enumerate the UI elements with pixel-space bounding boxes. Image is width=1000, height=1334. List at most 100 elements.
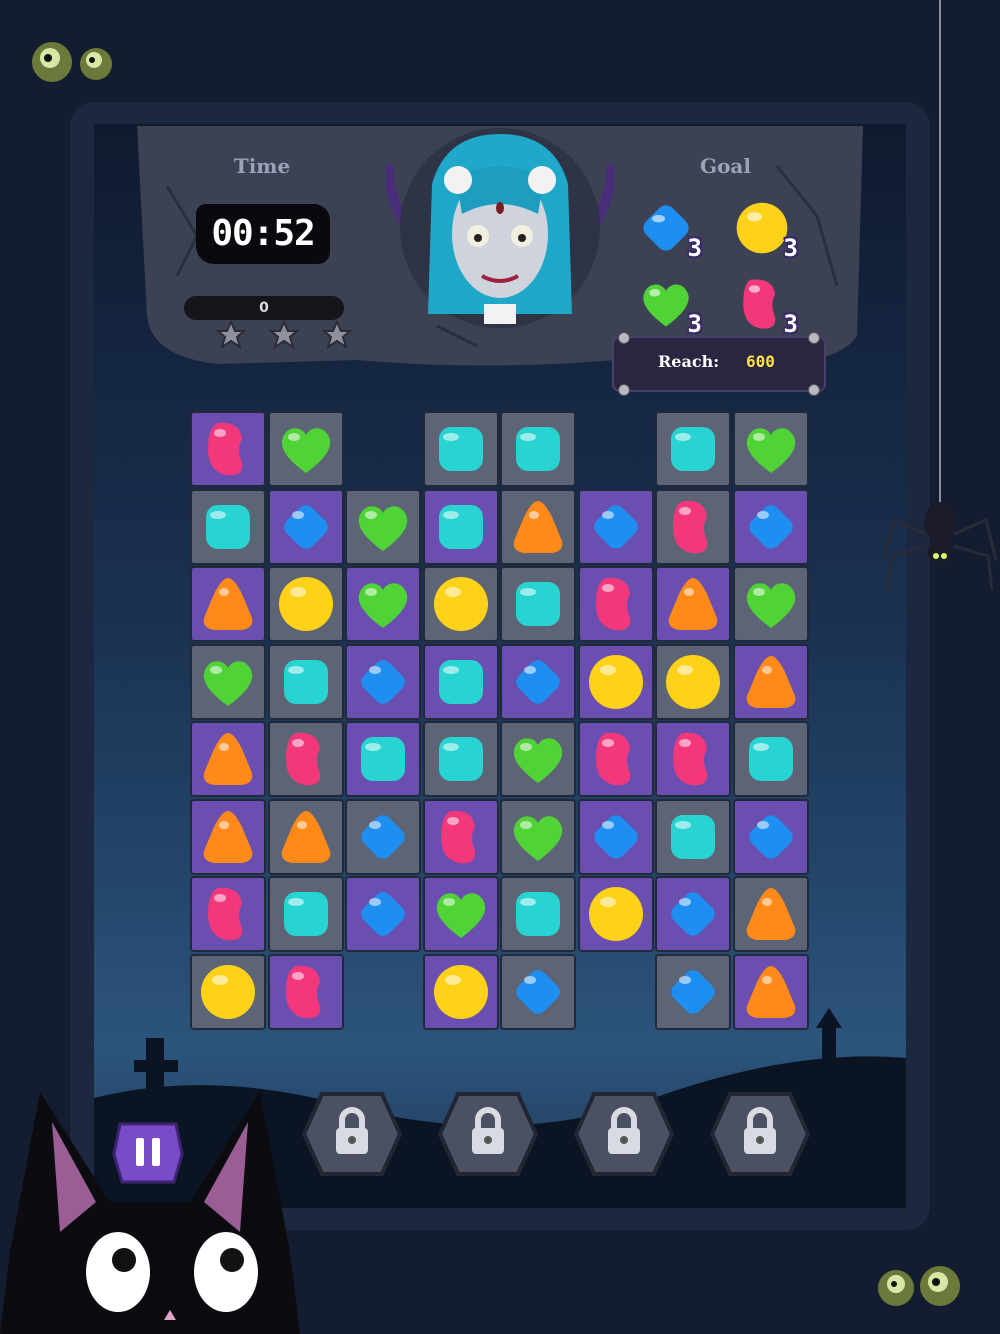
board-cell[interactable] — [732, 721, 809, 797]
board-cell[interactable] — [732, 953, 809, 1030]
board-cell[interactable] — [500, 798, 576, 875]
board-cell[interactable] — [190, 488, 266, 565]
blue-candy-icon — [593, 504, 638, 549]
locked-booster-button[interactable] — [709, 1088, 811, 1180]
glowing-eyes-decor — [878, 1266, 960, 1306]
blue-candy-icon — [671, 969, 715, 1014]
goal-count: 3 — [687, 234, 702, 262]
orange-candy-icon — [668, 578, 718, 630]
board-cell[interactable] — [577, 643, 654, 720]
board-cell[interactable] — [267, 411, 344, 487]
pink-candy-icon — [595, 732, 630, 786]
yellow-candy-icon — [588, 887, 643, 941]
pause-button[interactable] — [112, 1120, 184, 1186]
yellow-candy-icon — [278, 577, 333, 631]
board-cell[interactable] — [655, 411, 731, 487]
board-cell[interactable] — [267, 488, 344, 565]
board-cell[interactable] — [422, 488, 499, 565]
board-cell[interactable] — [732, 643, 809, 720]
board-cell[interactable] — [267, 798, 344, 875]
reach-target-plank: Reach: 600 — [612, 332, 826, 396]
orange-candy-icon — [746, 965, 795, 1018]
board-cell[interactable] — [422, 411, 499, 487]
board-cell[interactable] — [190, 566, 266, 642]
board-cell[interactable] — [577, 721, 654, 797]
board-cell[interactable] — [655, 488, 731, 565]
board-cell[interactable] — [732, 411, 809, 487]
board-cell[interactable] — [655, 953, 731, 1030]
locked-booster-button[interactable] — [573, 1088, 675, 1180]
time-label: Time — [233, 154, 291, 178]
board-cell[interactable] — [422, 798, 499, 875]
board-cell[interactable] — [190, 643, 266, 720]
board-cell[interactable] — [655, 566, 731, 642]
green-candy-icon — [281, 428, 330, 473]
orange-candy-icon — [746, 655, 795, 708]
board-cell[interactable] — [577, 488, 654, 565]
game-board — [190, 411, 810, 1031]
goal-label: Goal — [700, 154, 751, 178]
blue-candy-icon — [593, 814, 638, 859]
board-cell[interactable] — [422, 643, 499, 720]
pink-candy-icon — [285, 965, 320, 1018]
board-cell[interactable] — [732, 876, 809, 952]
board-cell[interactable] — [422, 953, 499, 1030]
board-cell[interactable] — [267, 721, 344, 797]
board-cell[interactable] — [500, 876, 576, 952]
board-cell[interactable] — [500, 643, 576, 720]
board-cell[interactable] — [422, 721, 499, 797]
green-candy-icon — [746, 428, 795, 473]
board-cell[interactable] — [345, 721, 421, 797]
board-cell[interactable] — [267, 953, 344, 1030]
board-cell[interactable] — [577, 876, 654, 952]
board-cell[interactable] — [422, 876, 499, 952]
board-cell[interactable] — [190, 798, 266, 875]
pink-candy-icon — [208, 887, 243, 941]
board-cell[interactable] — [500, 566, 576, 642]
board-cell[interactable] — [422, 566, 499, 642]
board-cell[interactable] — [190, 876, 266, 952]
board-cell[interactable] — [732, 566, 809, 642]
board-cell[interactable] — [345, 876, 421, 952]
teal-candy-icon — [516, 582, 560, 626]
board-cell[interactable] — [267, 643, 344, 720]
score-bar: 0 — [184, 296, 344, 320]
goal-count: 3 — [783, 310, 798, 338]
board-cell[interactable] — [267, 566, 344, 642]
board-cell[interactable] — [577, 566, 654, 642]
board-cell[interactable] — [345, 488, 421, 565]
board-cell[interactable] — [345, 566, 421, 642]
teal-candy-icon — [438, 504, 483, 549]
blue-candy-icon — [283, 504, 328, 549]
orange-candy-icon — [203, 733, 253, 785]
board-cell[interactable] — [190, 953, 266, 1030]
pink-candy-icon — [673, 732, 708, 786]
board-cell[interactable] — [345, 643, 421, 720]
board-cell[interactable] — [500, 488, 576, 565]
board-cell[interactable] — [500, 411, 576, 487]
green-candy-icon — [358, 583, 408, 628]
board-cell[interactable] — [655, 721, 731, 797]
board-cell[interactable] — [655, 643, 731, 720]
locked-booster-button[interactable] — [437, 1088, 539, 1180]
board-cell[interactable] — [655, 798, 731, 875]
board-cell[interactable] — [500, 953, 576, 1030]
teal-candy-icon — [283, 659, 328, 704]
orange-candy-icon — [203, 578, 253, 630]
board-cell[interactable] — [732, 488, 809, 565]
teal-candy-icon — [671, 427, 715, 471]
star-icon — [216, 320, 246, 350]
star-icon — [269, 320, 299, 350]
board-cell[interactable] — [655, 876, 731, 952]
board-cell[interactable] — [577, 798, 654, 875]
orange-candy-icon — [281, 810, 330, 863]
board-cell[interactable] — [267, 876, 344, 952]
board-cell[interactable] — [190, 721, 266, 797]
board-cell[interactable] — [732, 798, 809, 875]
board-cell[interactable] — [500, 721, 576, 797]
blue-candy-icon — [361, 659, 405, 704]
orange-candy-icon — [746, 888, 795, 940]
locked-booster-button[interactable] — [301, 1088, 403, 1180]
board-cell[interactable] — [190, 411, 266, 487]
board-cell[interactable] — [345, 798, 421, 875]
